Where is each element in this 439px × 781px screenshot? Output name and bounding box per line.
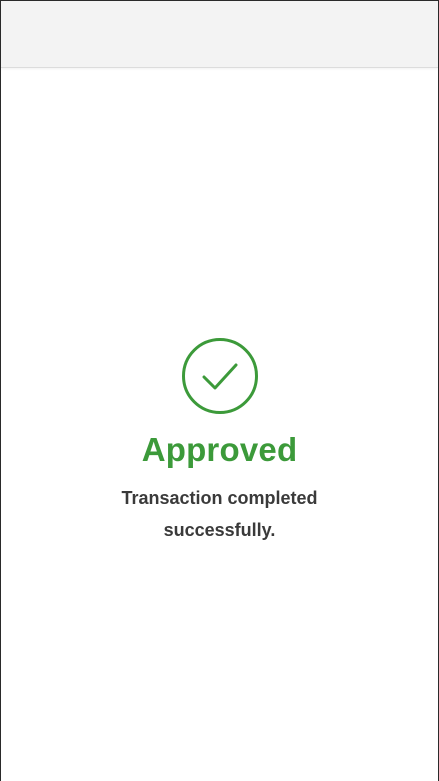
status-message: Transaction completed successfully. [121,488,318,540]
screen: Approved Transaction completed successfu… [0,0,439,781]
status-title: Approved [141,431,298,468]
approval-status: Approved Transaction completed successfu… [1,337,438,546]
check-circle-icon [181,338,258,414]
top-bar [1,1,438,68]
